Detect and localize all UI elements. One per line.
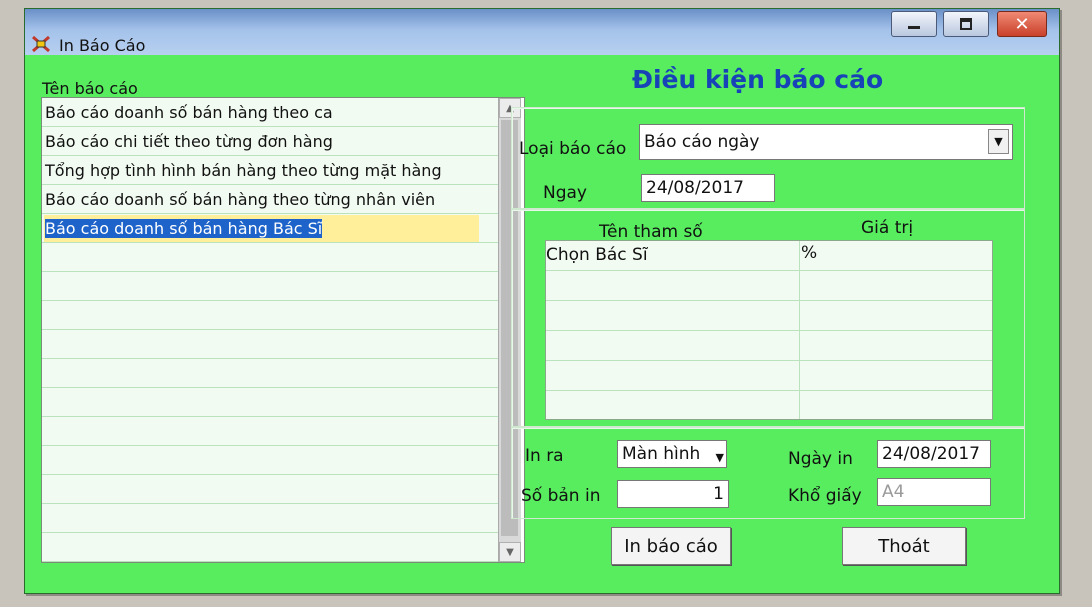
report-list-rows: Báo cáo doanh số bán hàng theo ca Báo cá… (42, 98, 504, 562)
params-rows (546, 241, 992, 419)
copies-label: Số bản in (521, 486, 601, 506)
print-date-input[interactable]: 24/08/2017 (877, 440, 991, 468)
report-window: In Báo Cáo ✕ Tên báo cáo Báo cáo doanh s… (24, 8, 1060, 594)
param-name-header: Tên tham số (599, 222, 703, 242)
print-to-label: In ra (525, 446, 564, 466)
param-value-cell[interactable]: % (801, 243, 817, 263)
window-title: In Báo Cáo (59, 36, 146, 55)
minimize-button[interactable] (891, 11, 937, 37)
list-item[interactable]: Báo cáo doanh số bán hàng theo ca (44, 99, 479, 126)
params-table[interactable]: Chọn Bác Sĩ % (545, 240, 993, 420)
param-name-cell[interactable]: Chọn Bác Sĩ (546, 245, 648, 265)
minimize-icon (908, 26, 920, 29)
date-label: Ngay (543, 183, 587, 203)
scroll-down-arrow-icon[interactable]: ▼ (499, 542, 521, 562)
report-app-icon (31, 35, 51, 53)
title-bar[interactable]: In Báo Cáo ✕ (25, 9, 1059, 55)
report-type-label: Loại báo cáo (519, 139, 627, 159)
chevron-down-icon[interactable]: ▼ (988, 129, 1009, 154)
date-input[interactable]: 24/08/2017 (641, 174, 775, 202)
maximize-icon (960, 18, 972, 30)
print-to-value: Màn hình (622, 444, 701, 464)
list-item[interactable]: Báo cáo chi tiết theo từng đơn hàng (44, 128, 479, 155)
list-item[interactable]: Báo cáo doanh số bán hàng theo từng nhân… (44, 186, 479, 213)
copies-input[interactable]: 1 (617, 480, 729, 508)
close-button[interactable]: ✕ (997, 11, 1047, 37)
close-icon: ✕ (1014, 13, 1030, 35)
chevron-down-icon[interactable]: ▼ (716, 445, 724, 467)
exit-button[interactable]: Thoát (842, 527, 966, 565)
print-report-button[interactable]: In báo cáo (611, 527, 731, 565)
list-item[interactable]: Tổng hợp tình hình bán hàng theo từng mặ… (44, 157, 479, 184)
print-date-label: Ngày in (788, 449, 853, 469)
list-item-selected[interactable]: Báo cáo doanh số bán hàng Bác Sĩ (44, 215, 479, 242)
print-to-select[interactable]: Màn hình ▼ (617, 440, 727, 468)
report-type-select[interactable]: Báo cáo ngày ▼ (639, 124, 1013, 160)
paper-size-label: Khổ giấy (788, 486, 862, 506)
param-value-header: Giá trị (861, 218, 914, 238)
conditions-title: Điều kiện báo cáo (632, 65, 884, 94)
report-list[interactable]: Báo cáo doanh số bán hàng theo ca Báo cá… (41, 97, 525, 563)
maximize-button[interactable] (943, 11, 989, 37)
report-type-value: Báo cáo ngày (644, 132, 760, 152)
column-divider (799, 241, 800, 419)
report-list-header: Tên báo cáo (42, 79, 138, 98)
paper-size-input[interactable]: A4 (877, 478, 991, 506)
